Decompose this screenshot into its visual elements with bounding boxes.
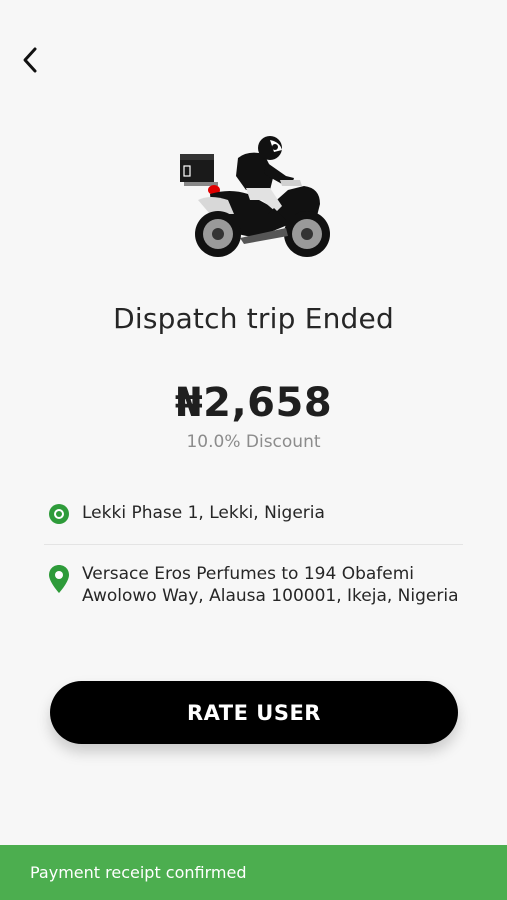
dropoff-address: Versace Eros Perfumes to 194 Obafemi Awo… bbox=[82, 564, 459, 606]
divider bbox=[44, 544, 463, 545]
rate-user-button[interactable]: RATE USER bbox=[50, 681, 458, 744]
chevron-left-icon bbox=[23, 47, 37, 73]
dispatch-rider-icon bbox=[180, 136, 330, 257]
trip-ended-screen: Dispatch trip Ended ₦2,658 10.0% Discoun… bbox=[0, 0, 507, 900]
map-pin-icon bbox=[49, 565, 69, 593]
pickup-location: Lekki Phase 1, Lekki, Nigeria bbox=[48, 502, 477, 525]
toast-message: Payment receipt confirmed bbox=[30, 863, 247, 882]
dropoff-location: Versace Eros Perfumes to 194 Obafemi Awo… bbox=[48, 563, 477, 607]
back-button[interactable] bbox=[14, 44, 46, 76]
pickup-address: Lekki Phase 1, Lekki, Nigeria bbox=[82, 503, 325, 523]
trip-price: ₦2,658 bbox=[174, 380, 333, 426]
page-title: Dispatch trip Ended bbox=[113, 302, 394, 335]
payment-toast: Payment receipt confirmed bbox=[0, 845, 507, 900]
discount-label: 10.0% Discount bbox=[186, 432, 321, 452]
pickup-dot-icon bbox=[49, 504, 69, 524]
